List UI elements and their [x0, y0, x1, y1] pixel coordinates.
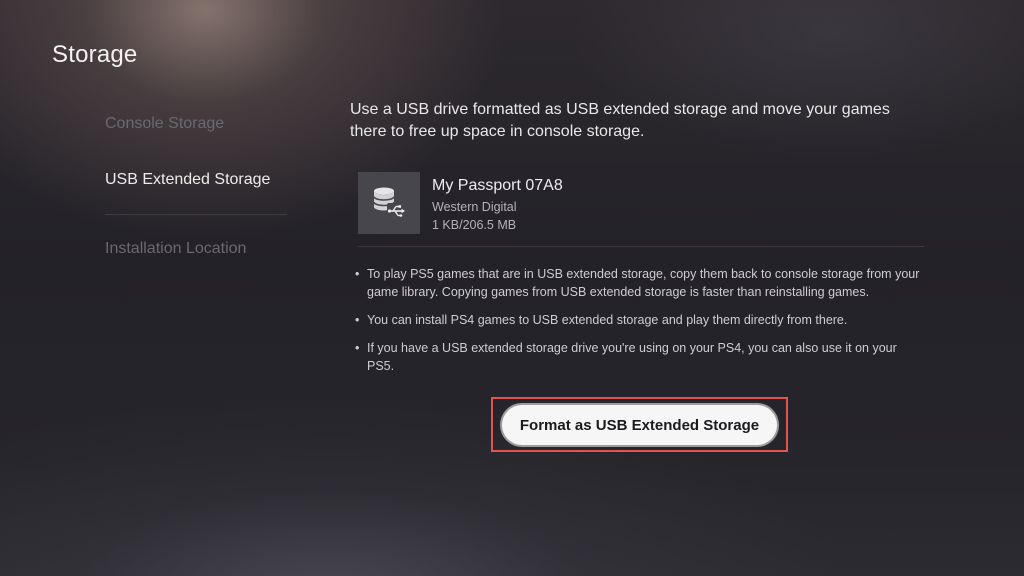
usb-drive-icon — [373, 187, 406, 218]
page-title: Storage — [52, 41, 138, 68]
drive-icon-box — [358, 172, 420, 234]
sidebar-item-installation-location[interactable]: Installation Location — [105, 240, 246, 258]
sidebar-item-usb-extended-storage[interactable]: USB Extended Storage — [105, 171, 270, 189]
drive-usage: 1 KB/206.5 MB — [432, 218, 517, 232]
info-notes: To play PS5 games that are in USB extend… — [355, 265, 925, 385]
info-note: If you have a USB extended storage drive… — [355, 339, 925, 375]
info-note: You can install PS4 games to USB extende… — [355, 311, 925, 329]
format-usb-extended-storage-button[interactable]: Format as USB Extended Storage — [502, 405, 777, 445]
drive-name: My Passport 07A8 — [432, 177, 563, 194]
intro-text: Use a USB drive formatted as USB extende… — [350, 101, 890, 140]
drive-maker: Western Digital — [432, 200, 517, 214]
sidebar-divider — [105, 214, 287, 215]
info-note: To play PS5 games that are in USB extend… — [355, 265, 925, 301]
sidebar-item-console-storage[interactable]: Console Storage — [105, 115, 224, 133]
drive-card[interactable]: My Passport 07A8 Western Digital 1 KB/20… — [358, 172, 924, 247]
